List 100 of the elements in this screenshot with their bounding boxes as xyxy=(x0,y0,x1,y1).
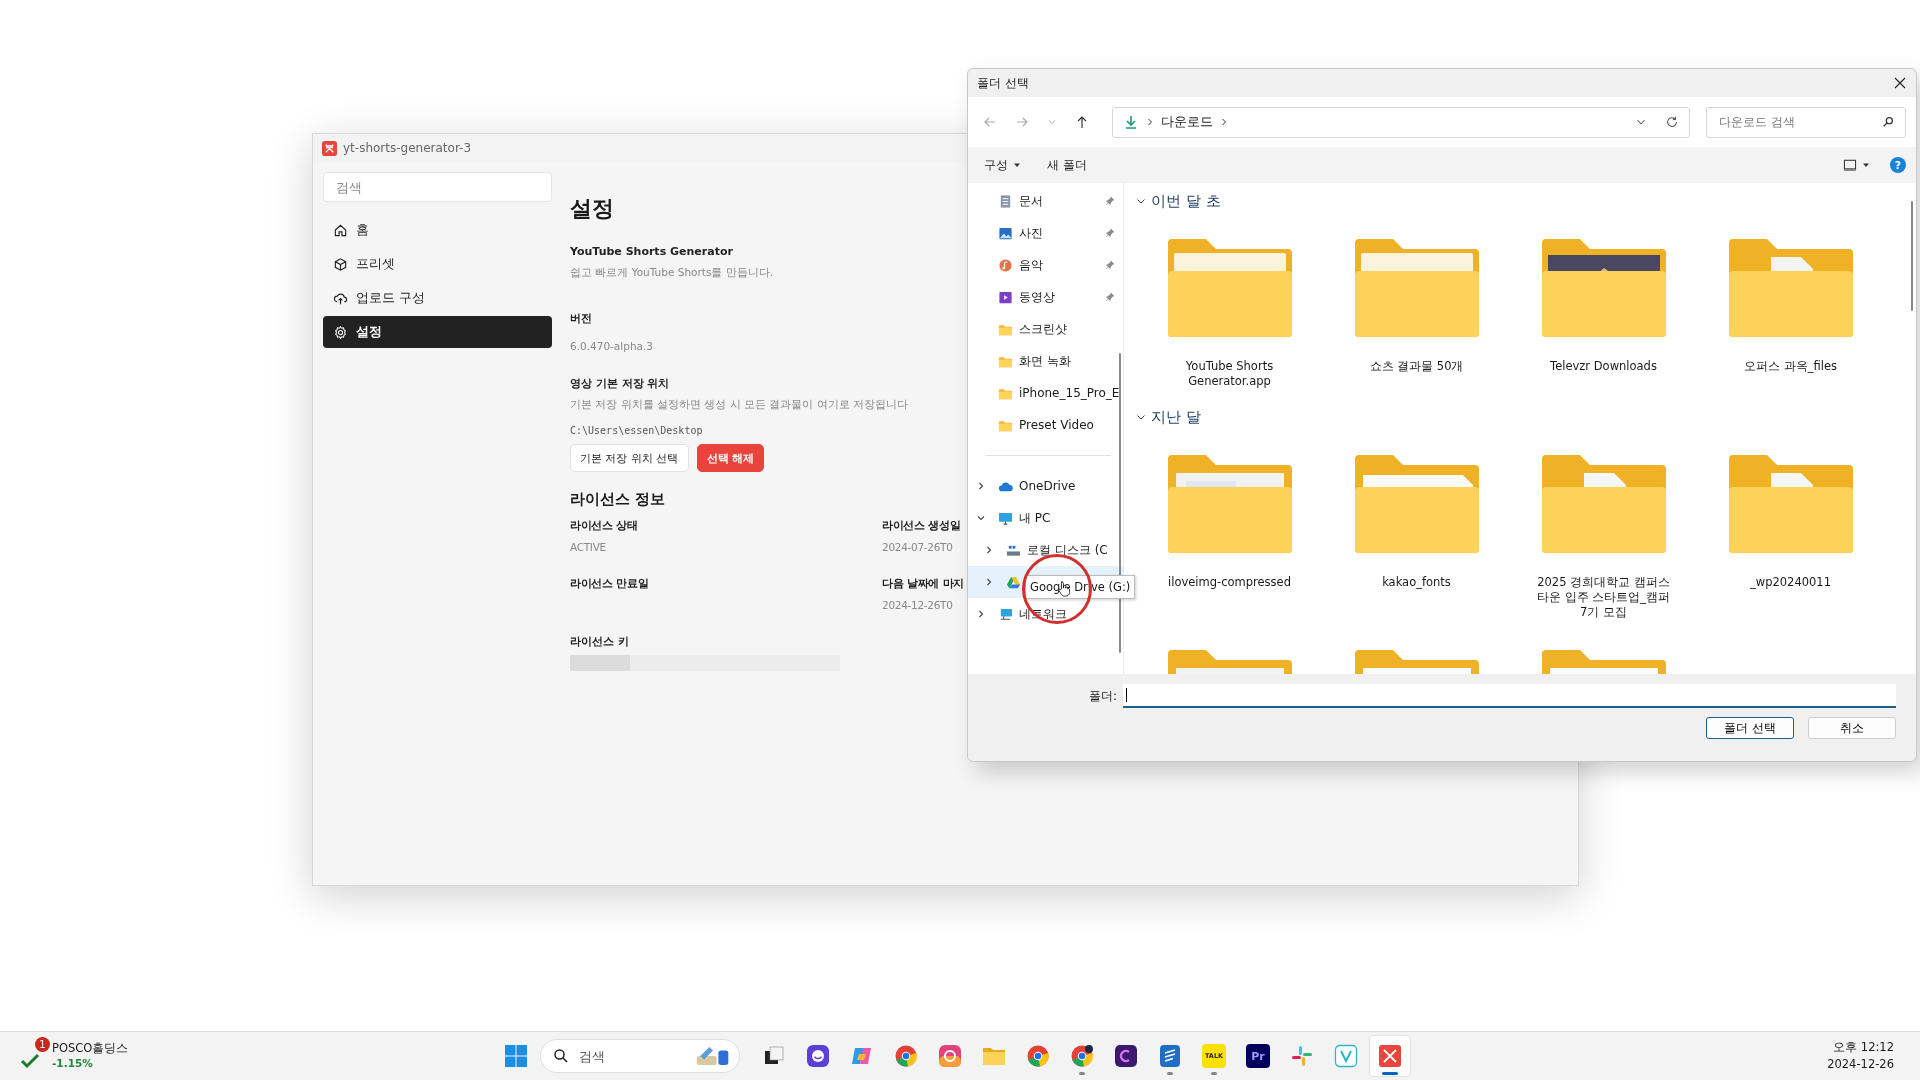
folder-item[interactable]: 오퍼스 과옥_files xyxy=(1697,219,1884,399)
app-icon xyxy=(1114,1044,1138,1068)
image-icon xyxy=(998,225,1013,241)
chevron-right-icon[interactable] xyxy=(976,609,986,619)
nav-item[interactable]: 화면 녹화 xyxy=(968,345,1123,377)
folder-item[interactable]: 쇼츠 결과물 50개 xyxy=(1323,219,1510,399)
field-label: 라이선스 만료일 xyxy=(570,577,650,591)
notes-icon xyxy=(1158,1044,1182,1068)
section-title: 라이선스 정보 xyxy=(570,489,666,509)
page-title: 설정 xyxy=(570,196,614,222)
app-description: 쉽고 빠르게 YouTube Shorts를 만듭니다. xyxy=(570,265,774,279)
folder-item[interactable]: Televzr Downloads xyxy=(1510,219,1697,399)
version-value: 6.0.470-alpha.3 xyxy=(570,339,653,353)
choose-location-button[interactable]: 기본 저장 위치 선택 xyxy=(570,444,689,472)
app-icon xyxy=(1334,1044,1358,1068)
clock[interactable]: 오후 12:12 2024-12-26 xyxy=(1827,1039,1920,1073)
chevron-right-icon[interactable] xyxy=(984,577,994,587)
pin-icon xyxy=(1105,292,1115,302)
home-icon xyxy=(333,222,348,238)
scrollbar[interactable] xyxy=(1119,353,1121,653)
sidebar-item[interactable]: 설정 xyxy=(323,316,552,348)
folder-name-field[interactable] xyxy=(1123,684,1896,708)
running-indicator xyxy=(1079,1072,1085,1075)
sidebar-item[interactable]: 업로드 구성 xyxy=(323,282,552,314)
address-bar[interactable]: 다운로드 xyxy=(1111,106,1690,138)
tree-item[interactable]: OneDrive xyxy=(968,470,1123,502)
folder-item[interactable]: kakao_fonts xyxy=(1323,435,1510,630)
refresh-icon[interactable] xyxy=(1665,115,1679,129)
pin-icon xyxy=(1105,260,1115,270)
folder-item[interactable]: 2025 경희대학교 캠퍼스타운 입주 스타트업_캠퍼7기 모집 xyxy=(1510,435,1697,630)
search-field[interactable]: 검색 xyxy=(323,172,552,202)
dialog-title: 폴더 선택 xyxy=(977,74,1029,92)
stock-name: POSCO홀딩스 xyxy=(52,1041,129,1056)
window-title: yt-shorts-generator-3 xyxy=(343,141,471,155)
hash-icon xyxy=(1290,1044,1314,1068)
search-input[interactable]: 다운로드 검색 xyxy=(1717,114,1871,130)
document-icon xyxy=(998,193,1013,209)
dialog-button[interactable]: 취소 xyxy=(1808,717,1896,739)
chevron-down-icon[interactable] xyxy=(976,513,986,523)
clear-selection-button[interactable]: 선택 해제 xyxy=(696,444,765,472)
field-label: 라이선스 상태 xyxy=(570,519,639,533)
sidebar-item[interactable]: 프리셋 xyxy=(323,248,552,280)
field-label: 라이선스 생성일 xyxy=(882,519,962,533)
toolbar-button[interactable]: 구성 xyxy=(978,152,1027,178)
field-label: 폴더: xyxy=(1088,687,1117,705)
caret-icon xyxy=(1862,161,1870,169)
breadcrumb-link[interactable]: 다운로드 xyxy=(1160,113,1213,131)
chevron-right-icon xyxy=(1219,118,1228,126)
pin-icon xyxy=(1105,196,1115,206)
running-indicator xyxy=(1211,1072,1217,1075)
search-input[interactable]: 검색 xyxy=(577,1047,681,1065)
nav-item[interactable]: iPhone_15_Pro_E xyxy=(968,377,1123,409)
drive-icon xyxy=(1006,574,1021,590)
browser-icon xyxy=(1070,1044,1094,1068)
clock-time: 오후 12:12 xyxy=(1833,1039,1894,1056)
app-logo: Pr xyxy=(1246,1044,1270,1068)
search-icon xyxy=(1881,115,1895,129)
toolbar-button[interactable]: 새 폴더 xyxy=(1041,152,1093,178)
close-icon[interactable] xyxy=(1894,77,1906,89)
tree-item[interactable]: 로컬 디스크 (C xyxy=(968,534,1123,566)
nav-item[interactable]: 스크린샷 xyxy=(968,313,1123,345)
nav-item[interactable]: 문서 xyxy=(968,185,1123,217)
field-value: 2024-07-26T0 xyxy=(882,540,954,554)
nav-item[interactable]: 동영상 xyxy=(968,281,1123,313)
nav-item[interactable]: 사진 xyxy=(968,217,1123,249)
search-bar[interactable]: 검색 xyxy=(540,1039,740,1073)
clock-date: 2024-12-26 xyxy=(1827,1056,1894,1073)
field-label: 라이선스 키 xyxy=(570,635,629,649)
group-header[interactable]: 이번 달 초 xyxy=(1136,183,1916,219)
section-label: 영상 기본 저장 위치 xyxy=(570,377,670,391)
chevron-right-icon[interactable] xyxy=(984,545,994,555)
folder-item[interactable]: _wp20240011 xyxy=(1697,435,1884,630)
sidebar-item[interactable]: 홈 xyxy=(323,214,552,246)
tree-item[interactable]: 내 PC xyxy=(968,502,1123,534)
view-icon xyxy=(1843,159,1857,171)
nav-item[interactable]: 음악 xyxy=(968,249,1123,281)
help-button[interactable]: ? xyxy=(1890,157,1906,173)
cube-icon xyxy=(333,256,348,272)
group-header[interactable]: 지난 달 xyxy=(1136,399,1916,435)
network-icon xyxy=(998,606,1013,622)
path-text: C:\Users\essen\Desktop xyxy=(570,424,703,438)
search-bar[interactable]: 다운로드 검색 xyxy=(1706,106,1906,138)
illustration-icon xyxy=(695,1045,731,1067)
scrollbar[interactable] xyxy=(1911,201,1913,311)
app-name: YouTube Shorts Generator xyxy=(570,245,733,259)
dialog-button[interactable]: 폴더 선택 xyxy=(1706,717,1794,739)
settings-icon xyxy=(333,324,348,340)
app-logo-icon xyxy=(322,140,337,156)
check-icon xyxy=(20,1053,40,1069)
cloud-upload-icon xyxy=(333,290,348,306)
camera-icon xyxy=(938,1044,962,1068)
folder-item[interactable]: iloveimg-compressed xyxy=(1136,435,1323,630)
browser-icon xyxy=(894,1044,918,1068)
chat-bubble-icon xyxy=(806,1044,830,1068)
nav-item[interactable]: Preset Video xyxy=(968,409,1123,441)
chevron-right-icon[interactable] xyxy=(976,481,986,491)
taskbar-button[interactable]: Pr xyxy=(1238,1036,1278,1076)
folder-item[interactable]: YouTube Shorts Generator.app xyxy=(1136,219,1323,399)
chevron-down-icon xyxy=(1136,196,1146,206)
video-icon xyxy=(998,289,1013,305)
